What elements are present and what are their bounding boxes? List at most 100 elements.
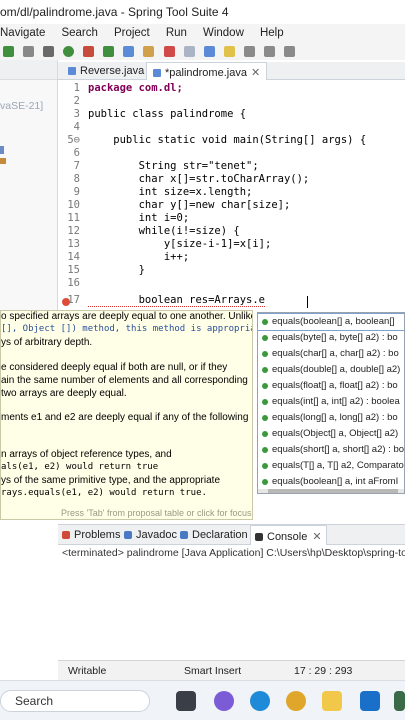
run-app-icon[interactable] (63, 46, 75, 57)
line-number: 16 (67, 277, 80, 289)
line-number: 8 (73, 173, 80, 185)
menu-search[interactable]: Search (61, 27, 97, 39)
chrome-icon[interactable] (286, 691, 306, 711)
tab-label: Reverse.java (80, 65, 145, 77)
proposal-scrollbar-thumb[interactable] (268, 489, 398, 493)
proposal-item[interactable]: equals(double[] a, double[] a2) (258, 362, 404, 378)
code-line[interactable]: i++; (88, 251, 189, 263)
line-number: 9 (73, 186, 80, 198)
code-line[interactable]: char x[]=str.toCharArray(); (88, 173, 310, 185)
javadoc-popup[interactable]: o specified arrays are deeply equal to o… (0, 310, 253, 520)
javadoc-text: rays.equals(e1, e2) would return true. (1, 488, 207, 498)
java-file-icon (68, 67, 76, 76)
javadoc-text[interactable]: [], Object []) method, this method is ap… (1, 324, 252, 334)
code-line[interactable]: int size=x.length; (88, 186, 253, 198)
nav-forward-icon[interactable] (263, 46, 275, 57)
jre-library-label[interactable]: vaSE-21] (0, 100, 43, 112)
proposal-label: equals(T[] a, T[] a2, Comparato (272, 460, 404, 471)
stop-icon[interactable] (23, 46, 35, 57)
code-line[interactable]: int i=0; (88, 212, 190, 224)
debug-app-icon[interactable] (103, 46, 115, 57)
tab-reverse-java[interactable]: Reverse.java (62, 62, 150, 80)
code-line[interactable]: String str="tenet"; (88, 160, 259, 172)
code-line[interactable]: y[size-i-1]=x[i]; (88, 238, 271, 250)
status-writable: Writable (68, 665, 107, 677)
copilot-icon[interactable] (214, 691, 234, 711)
outlook-icon[interactable] (360, 691, 380, 711)
line-number: 2 (73, 95, 80, 107)
file-explorer-icon[interactable] (322, 691, 342, 711)
proposal-item[interactable]: equals(T[] a, T[] a2, Comparato (258, 458, 404, 474)
menu-bar: Navigate Search Project Run Window Help (0, 24, 405, 44)
tab-palindrome-java[interactable]: *palindrome.java ✕ (146, 62, 268, 80)
code-line[interactable]: char y[]=new char[size]; (88, 199, 291, 211)
status-cursor-position: 17 : 29 : 293 (294, 665, 353, 677)
code-line[interactable]: } (88, 264, 145, 276)
task-view-icon[interactable] (176, 691, 196, 711)
package-icon[interactable] (143, 46, 155, 57)
menu-navigate[interactable]: Navigate (0, 27, 45, 39)
public-method-icon (262, 463, 268, 469)
code-line[interactable]: public class palindrome { (88, 108, 246, 120)
content-assist-list[interactable]: equals(boolean[] a, boolean[] equals(byt… (257, 312, 405, 494)
new-class-icon[interactable] (83, 46, 95, 57)
tab-label: *palindrome.java (165, 67, 247, 79)
close-icon[interactable]: ✕ (251, 67, 260, 79)
declaration-icon (180, 531, 188, 540)
error-icon[interactable] (62, 298, 70, 306)
proposal-item[interactable]: equals(short[] a, short[] a2) : bo (258, 442, 404, 458)
menu-project[interactable]: Project (114, 27, 150, 39)
boot-dashboard-icon[interactable] (163, 46, 175, 57)
code-line[interactable]: while(i!=size) { (88, 225, 240, 237)
proposal-item[interactable]: equals(int[] a, int[] a2) : boolea (258, 394, 404, 410)
code-line[interactable]: package com.dl; (88, 82, 183, 94)
menu-run[interactable]: Run (166, 27, 187, 39)
proposal-item[interactable]: equals(byte[] a, byte[] a2) : bo (258, 330, 404, 346)
code-line[interactable]: boolean res=Arrays.e (88, 294, 266, 307)
taskbar-search[interactable]: Search (0, 690, 150, 712)
debug-icon[interactable] (43, 46, 55, 57)
package-explorer: vaSE-21] (0, 60, 58, 310)
close-icon[interactable]: ✕ (312, 531, 321, 543)
proposal-item[interactable]: equals(float[] a, float[] a2) : bo (258, 378, 404, 394)
tab-declaration[interactable]: Declaration (180, 529, 248, 541)
open-type-icon[interactable] (123, 46, 135, 57)
pin-icon[interactable] (283, 46, 295, 57)
line-number[interactable]: 5⊖ (58, 134, 80, 146)
code-line[interactable]: public static void main(String[] args) { (88, 134, 366, 146)
proposal-item[interactable]: equals(boolean[] a, boolean[] (258, 313, 404, 331)
line-number: 3 (73, 108, 80, 120)
tab-javadoc[interactable]: Javadoc (124, 529, 177, 541)
nav-back-icon[interactable] (243, 46, 255, 57)
run-icon[interactable] (3, 46, 14, 57)
proposal-label: equals(boolean[] a, int aFromI (272, 476, 399, 487)
bottom-tabs: Problems Javadoc Declaration Console ✕ (58, 525, 405, 545)
text-cursor (307, 296, 308, 308)
tab-console[interactable]: Console ✕ (250, 525, 327, 545)
edge-icon[interactable] (250, 691, 270, 711)
proposal-label: equals(Object[] a, Object[] a2) (272, 428, 399, 439)
search-icon[interactable] (183, 46, 195, 57)
tab-label: Declaration (192, 529, 248, 541)
proposal-item[interactable]: equals(boolean[] a, int aFromI (258, 474, 404, 490)
tab-label: Javadoc (136, 529, 177, 541)
menu-help[interactable]: Help (260, 27, 284, 39)
public-method-icon (262, 351, 268, 357)
window-title-text: om/dl/palindrome.java - Spring Tool Suit… (0, 5, 229, 19)
console-icon (255, 533, 263, 542)
app-icon[interactable] (394, 691, 405, 711)
annotation-icon[interactable] (223, 46, 235, 57)
tab-problems[interactable]: Problems (62, 529, 120, 541)
line-number: 11 (67, 212, 80, 224)
proposal-item[interactable]: equals(char[] a, char[] a2) : bo (258, 346, 404, 362)
code-editor[interactable]: 1 2 3 4 5⊖ 6 7 8 9 10 11 12 13 14 15 16 … (58, 80, 405, 310)
public-method-icon (262, 335, 268, 341)
javadoc-icon (124, 531, 132, 540)
proposal-label: equals(boolean[] a, boolean[] (272, 316, 395, 327)
toggle-mark-icon[interactable] (203, 46, 215, 57)
public-method-icon (262, 415, 268, 421)
line-number-ruler: 1 2 3 4 5⊖ 6 7 8 9 10 11 12 13 14 15 16 … (58, 80, 84, 310)
menu-window[interactable]: Window (203, 27, 244, 39)
proposal-item[interactable]: equals(long[] a, long[] a2) : bo (258, 410, 404, 426)
proposal-item[interactable]: equals(Object[] a, Object[] a2) (258, 426, 404, 442)
